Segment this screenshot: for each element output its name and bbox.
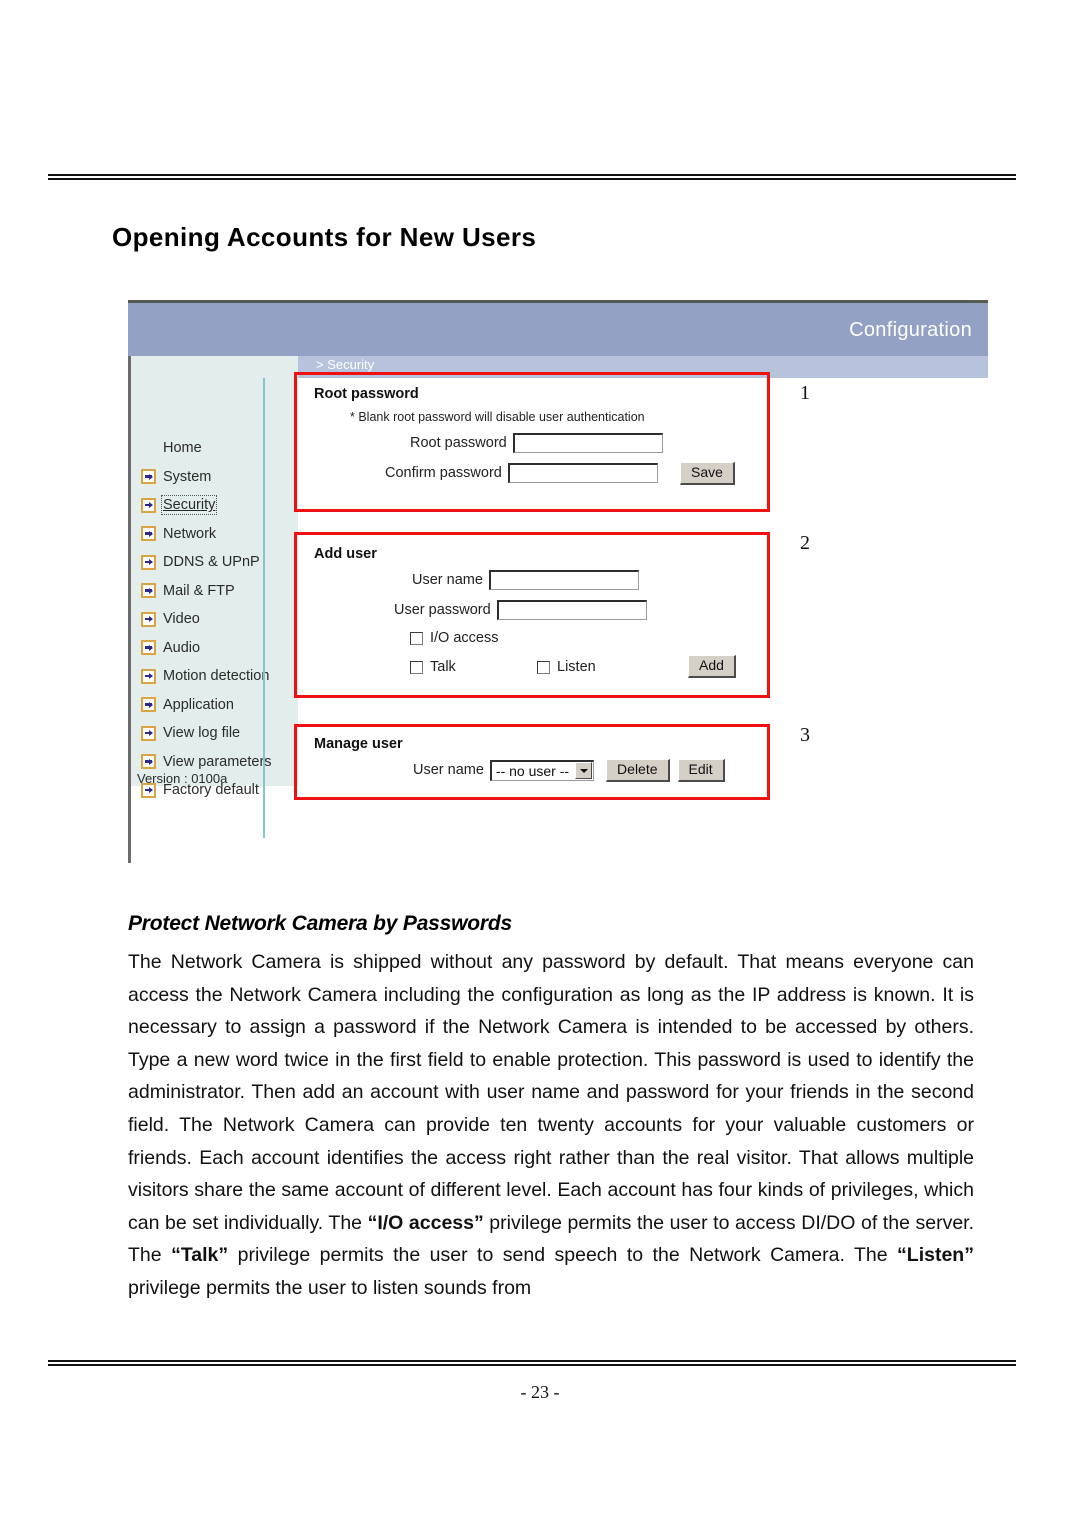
callout-number-1: 1: [800, 382, 810, 404]
talk-label: Talk: [430, 659, 456, 675]
sidebar-item-label: Application: [163, 696, 234, 713]
manage-user-panel: Manage user User name -- no user -- Dele…: [300, 728, 780, 798]
add-user-panel: Add user User name User password I/O acc…: [300, 538, 780, 693]
application-screenshot: Configuration > Security Home System Sec…: [128, 300, 988, 863]
breadcrumb: > Security: [316, 357, 375, 372]
confirm-password-label: Confirm password: [385, 465, 502, 481]
sidebar-item-label: System: [163, 468, 212, 485]
bullet-placeholder-icon: [141, 441, 156, 456]
arrow-bullet-icon: [141, 583, 156, 599]
listen-row[interactable]: Listen: [537, 659, 596, 675]
add-user-password-row: User password: [394, 600, 647, 620]
root-password-row: Root password: [410, 433, 663, 453]
manage-user-title: Manage user: [314, 736, 403, 752]
content-rail: [263, 378, 265, 838]
sidebar-item-label: View parameters: [163, 753, 272, 770]
manage-user-select[interactable]: -- no user --: [489, 759, 595, 781]
listen-label: Listen: [557, 659, 596, 675]
arrow-bullet-icon: [141, 754, 156, 770]
sidebar-item-system[interactable]: System: [131, 463, 301, 492]
version-label: Version : 0100a: [137, 771, 228, 786]
root-password-hint: * Blank root password will disable user …: [350, 410, 645, 424]
delete-user-button[interactable]: Delete: [606, 759, 670, 782]
root-password-panel: Root password * Blank root password will…: [300, 378, 780, 510]
root-password-input[interactable]: [512, 433, 663, 453]
paragraph-part-1: The Network Camera is shipped without an…: [128, 951, 974, 1234]
add-user-name-row: User name: [412, 570, 639, 590]
sidebar-item-video[interactable]: Video: [131, 605, 301, 634]
sidebar-item-network[interactable]: Network: [131, 520, 301, 549]
manage-user-name-label: User name: [413, 762, 484, 779]
sidebar-item-label: Mail & FTP: [163, 582, 235, 599]
add-user-title: Add user: [314, 546, 377, 562]
arrow-bullet-icon: [141, 697, 156, 713]
add-user-name-label: User name: [412, 572, 483, 588]
talk-row[interactable]: Talk: [410, 659, 456, 675]
manage-user-row: User name -- no user -- Delete Edit: [413, 759, 725, 782]
add-user-password-label: User password: [394, 602, 491, 618]
sidebar-item-home[interactable]: Home: [131, 434, 301, 463]
sidebar-item-mail-ftp[interactable]: Mail & FTP: [131, 577, 301, 606]
root-password-label: Root password: [410, 435, 507, 451]
sidebar-item-label: Motion detection: [163, 668, 270, 685]
section-heading: Protect Network Camera by Passwords: [128, 912, 512, 935]
app-banner-title: Configuration: [849, 319, 972, 341]
sidebar-item-security[interactable]: Security: [131, 491, 301, 520]
arrow-bullet-icon: [141, 668, 156, 684]
sidebar-item-label: View log file: [163, 725, 241, 742]
term-talk: “Talk”: [171, 1244, 229, 1267]
listen-checkbox[interactable]: [537, 660, 550, 674]
term-io-access: “I/O access”: [367, 1211, 484, 1234]
edit-user-button[interactable]: Edit: [677, 759, 725, 782]
root-password-title: Root password: [314, 386, 419, 402]
app-banner: Configuration: [128, 303, 988, 356]
term-listen: “Listen”: [897, 1244, 974, 1267]
sidebar-rail: [128, 786, 131, 863]
add-user-button[interactable]: Add: [688, 655, 736, 678]
sidebar-item-label: Security: [160, 495, 218, 516]
paragraph-part-3: privilege permits the user to send speec…: [228, 1244, 898, 1267]
arrow-bullet-icon: [141, 497, 156, 513]
arrow-bullet-icon: [141, 554, 156, 570]
chevron-down-icon[interactable]: [575, 762, 593, 780]
sidebar-item-label: DDNS & UPnP: [163, 554, 260, 571]
sidebar-item-audio[interactable]: Audio: [131, 634, 301, 663]
arrow-bullet-icon: [141, 640, 156, 656]
confirm-password-input[interactable]: [507, 463, 658, 483]
confirm-password-row: Confirm password: [385, 463, 658, 483]
arrow-bullet-icon: [141, 611, 156, 627]
io-access-row[interactable]: I/O access: [410, 630, 499, 646]
body-paragraph: The Network Camera is shipped without an…: [128, 946, 974, 1305]
sidebar-item-motion-detection[interactable]: Motion detection: [131, 662, 301, 691]
arrow-bullet-icon: [141, 725, 156, 741]
sidebar-item-label: Home: [163, 440, 202, 457]
io-access-checkbox[interactable]: [410, 631, 423, 645]
talk-checkbox[interactable]: [410, 660, 423, 674]
io-access-label: I/O access: [430, 630, 499, 646]
sidebar: Home System Security Network DDNS & UPnP: [128, 356, 298, 798]
footer-rule: [48, 1360, 1016, 1366]
sidebar-item-label: Video: [163, 611, 200, 628]
save-button[interactable]: Save: [680, 462, 735, 485]
callout-number-3: 3: [800, 724, 810, 746]
sidebar-item-label: Network: [163, 525, 217, 542]
arrow-bullet-icon: [141, 526, 156, 542]
app-subbanner: [298, 356, 988, 378]
arrow-bullet-icon: [141, 469, 156, 485]
page-title: Opening Accounts for New Users: [112, 222, 537, 252]
sidebar-menu: Home System Security Network DDNS & UPnP: [131, 434, 301, 805]
sidebar-item-ddns-upnp[interactable]: DDNS & UPnP: [131, 548, 301, 577]
add-user-name-input[interactable]: [488, 570, 639, 590]
paragraph-part-4: privilege permits the user to listen sou…: [128, 1276, 532, 1299]
sidebar-item-view-log-file[interactable]: View log file: [131, 719, 301, 748]
sidebar-item-label: Audio: [163, 639, 201, 656]
page-number: - 23 -: [520, 1382, 560, 1402]
sidebar-item-application[interactable]: Application: [131, 691, 301, 720]
callout-number-2: 2: [800, 532, 810, 554]
header-rule: [48, 174, 1016, 180]
manage-user-selected-value: -- no user --: [495, 762, 570, 779]
add-user-password-input[interactable]: [496, 600, 647, 620]
